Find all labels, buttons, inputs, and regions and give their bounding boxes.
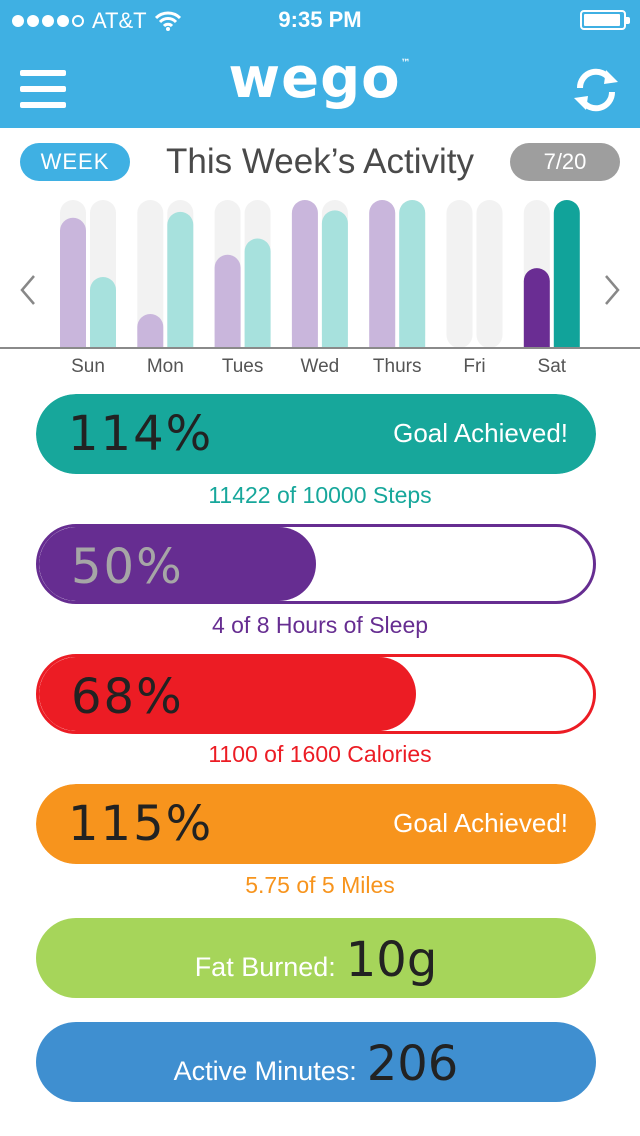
day-label-sun[interactable]: Sun — [53, 356, 123, 378]
page-title: This Week’s Activity — [166, 142, 474, 181]
day-label-mon[interactable]: Mon — [130, 356, 200, 378]
day-label-thurs[interactable]: Thurs — [362, 356, 432, 378]
wego-logo: wego™ — [0, 46, 640, 111]
miles-progress-bar[interactable]: 115% Goal Achieved! — [36, 784, 596, 864]
chevron-right-icon — [605, 275, 620, 305]
bar-wed-1[interactable] — [291, 200, 318, 355]
status-time: 9:35 PM — [278, 7, 362, 32]
bar-sun-2[interactable] — [90, 276, 116, 355]
miles-percent: 115% — [68, 796, 214, 852]
battery-icon — [580, 10, 630, 30]
bar-sat-2[interactable] — [553, 200, 580, 355]
calories-progress-bar[interactable]: 68% — [36, 654, 596, 734]
sleep-caption: 4 of 8 Hours of Sleep — [211, 612, 429, 638]
previous-week-button[interactable] — [14, 270, 44, 310]
miles-caption: 5.75 of 5 Miles — [245, 872, 395, 898]
active-minutes-card[interactable]: Active Minutes: 206 — [36, 1022, 596, 1102]
active-minutes-label: Active Minutes: — [173, 1056, 357, 1086]
steps-goal-achieved: Goal Achieved! — [393, 418, 568, 448]
app-header: AT&T 9:35 PM wego™ — [0, 0, 640, 128]
fat-burned-value: 10g — [345, 932, 438, 988]
logo-text: wego — [228, 46, 401, 111]
date-badge[interactable]: 7/20 — [510, 143, 620, 181]
calories-caption: 1100 of 1600 Calories — [208, 741, 432, 767]
bar-track — [446, 200, 473, 348]
sleep-progress-bar[interactable]: 50% — [36, 524, 596, 604]
day-label-wed[interactable]: Wed — [285, 356, 355, 378]
day-label-tues[interactable]: Tues — [208, 356, 278, 378]
bar-thurs-2[interactable] — [399, 200, 426, 355]
bar-sun-1[interactable] — [60, 217, 86, 355]
day-label-sat[interactable]: Sat — [517, 356, 587, 378]
bar-tues-2[interactable] — [244, 238, 271, 355]
bar-tues-1[interactable] — [214, 254, 241, 355]
miles-goal-achieved: Goal Achieved! — [393, 808, 568, 838]
calories-percent: 68% — [71, 669, 184, 725]
steps-percent: 114% — [68, 406, 214, 462]
steps-progress-bar[interactable]: 114% Goal Achieved! — [36, 394, 596, 474]
next-week-button[interactable] — [596, 270, 626, 310]
steps-caption: 11422 of 10000 Steps — [208, 482, 432, 508]
bar-thurs-1[interactable] — [369, 200, 396, 355]
day-label-fri[interactable]: Fri — [440, 356, 510, 378]
sync-button[interactable] — [570, 64, 622, 116]
fat-burned-card[interactable]: Fat Burned: 10g — [36, 918, 596, 998]
week-period-toggle[interactable]: WEEK — [20, 143, 130, 181]
chevron-left-icon — [20, 275, 35, 305]
bar-track — [476, 200, 503, 348]
status-bar: AT&T 9:35 PM — [0, 0, 640, 40]
bar-sat-1[interactable] — [523, 268, 550, 355]
weekly-activity-chart-svg — [0, 200, 640, 355]
bar-wed-2[interactable] — [321, 210, 348, 355]
trademark-mark: ™ — [400, 58, 412, 69]
sleep-percent: 50% — [71, 539, 184, 595]
bar-mon-2[interactable] — [167, 211, 194, 355]
active-minutes-value: 206 — [366, 1036, 459, 1092]
fat-burned-label: Fat Burned: — [194, 952, 336, 982]
